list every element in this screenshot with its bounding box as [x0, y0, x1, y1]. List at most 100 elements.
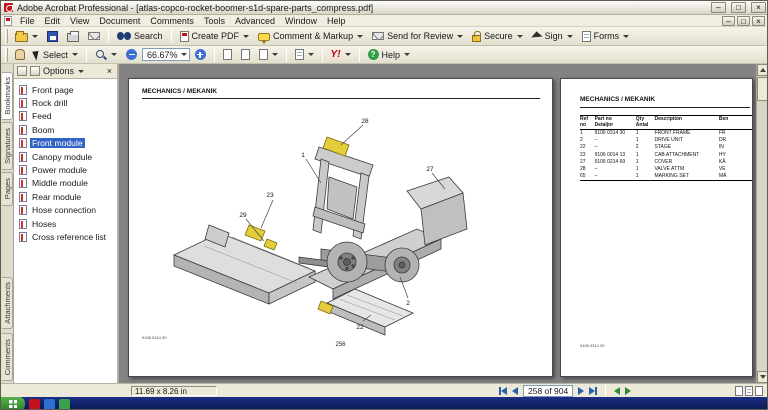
facing-layout-button[interactable]: [755, 386, 763, 396]
actual-size-button[interactable]: [219, 47, 236, 63]
start-button[interactable]: [1, 397, 25, 410]
tab-pages[interactable]: Pages: [2, 172, 13, 206]
doc-minimize-button[interactable]: –: [722, 16, 735, 26]
doc-restore-button[interactable]: □: [737, 16, 750, 26]
bookmark-item[interactable]: Middle module: [14, 177, 117, 190]
secure-button[interactable]: Secure: [468, 28, 527, 44]
print-button[interactable]: [63, 28, 83, 44]
open-button[interactable]: [11, 28, 42, 44]
bookmark-item-selected[interactable]: Front module: [14, 137, 117, 150]
forms-button[interactable]: Forms: [578, 28, 634, 44]
close-button[interactable]: ×: [751, 2, 766, 13]
dropdown-arrow-icon: [517, 35, 523, 38]
bookmark-icon: [19, 98, 27, 108]
rotate-view-button[interactable]: [291, 47, 318, 63]
new-bookmark-icon[interactable]: [17, 66, 27, 76]
bookmark-icon: [19, 111, 27, 121]
panel-close-button[interactable]: ×: [105, 67, 114, 76]
minimize-button[interactable]: –: [711, 2, 726, 13]
bookmark-icon: [19, 178, 27, 188]
search-label: Search: [134, 31, 163, 41]
expand-bookmarks-icon[interactable]: [30, 66, 40, 76]
continuous-layout-button[interactable]: [745, 386, 753, 396]
menu-tools[interactable]: Tools: [199, 15, 230, 27]
quicklaunch-messenger-icon[interactable]: [59, 399, 70, 410]
callout-22: 22: [356, 324, 364, 331]
toolbar-separator: [171, 29, 172, 43]
toolbar-separator: [108, 29, 109, 43]
help-button[interactable]: ?Help: [364, 47, 415, 63]
document-pane[interactable]: MECHANICS / MEKANIK: [119, 64, 768, 383]
maximize-button[interactable]: □: [731, 2, 746, 13]
tab-bookmarks[interactable]: Bookmarks: [2, 72, 13, 120]
toolbar-separator: [214, 48, 215, 62]
fit-width-button[interactable]: [255, 47, 282, 63]
create-pdf-button[interactable]: Create PDF: [176, 28, 254, 44]
scroll-up-button[interactable]: [757, 64, 768, 76]
bookmark-item[interactable]: Power module: [14, 163, 117, 176]
menu-document[interactable]: Document: [94, 15, 145, 27]
zoom-level-combo[interactable]: 66.67%: [142, 48, 190, 61]
zoom-level-value: 66.67%: [147, 50, 178, 60]
bookmark-item[interactable]: Feed: [14, 110, 117, 123]
doc-close-button[interactable]: ×: [752, 16, 765, 26]
tab-attachments[interactable]: Attachments: [2, 277, 13, 329]
save-button[interactable]: [43, 28, 62, 44]
windows-flag-icon: [9, 400, 17, 408]
menu-view[interactable]: View: [65, 15, 94, 27]
bookmark-item[interactable]: Hose connection: [14, 204, 117, 217]
bookmark-item[interactable]: Canopy module: [14, 150, 117, 163]
quicklaunch-acrobat-icon[interactable]: [29, 399, 40, 410]
bookmark-item[interactable]: Rock drill: [14, 96, 117, 109]
zoom-in-button[interactable]: [191, 47, 210, 63]
bookmark-item[interactable]: Rear module: [14, 190, 117, 203]
previous-page-button[interactable]: [512, 387, 518, 395]
pdf-page-right: MECHANICS / MEKANIK Refno Part noDetaljn…: [560, 78, 753, 377]
next-page-button[interactable]: [578, 387, 584, 395]
page-indicator[interactable]: 258 of 904: [523, 385, 573, 397]
menu-help[interactable]: Help: [322, 15, 351, 27]
bookmark-item[interactable]: Cross reference list: [14, 230, 117, 243]
sign-label: Sign: [545, 31, 563, 41]
status-bar: 11.69 x 8.26 in 258 of 904: [1, 383, 768, 397]
menu-file[interactable]: File: [15, 15, 40, 27]
select-label: Select: [43, 50, 68, 60]
parts-table: Refno Part noDetaljnr QtyAntal Descripti…: [580, 115, 752, 181]
send-for-review-button[interactable]: Send for Review: [368, 28, 467, 44]
sign-button[interactable]: Sign: [528, 28, 577, 44]
fit-page-button[interactable]: [237, 47, 254, 63]
comment-markup-button[interactable]: Comment & Markup: [254, 28, 367, 44]
menu-window[interactable]: Window: [280, 15, 322, 27]
bookmark-item[interactable]: Boom: [14, 123, 117, 136]
yahoo-toolbar-button[interactable]: Y!: [327, 47, 355, 63]
toolbar-grip[interactable]: [5, 29, 8, 43]
menu-advanced[interactable]: Advanced: [230, 15, 280, 27]
search-button[interactable]: Search: [113, 28, 167, 44]
tab-signatures[interactable]: Signatures: [2, 122, 13, 170]
quicklaunch-browser-icon[interactable]: [44, 399, 55, 410]
header-rule: [142, 98, 540, 99]
scrollbar-thumb[interactable]: [757, 77, 768, 101]
next-view-button[interactable]: [625, 387, 631, 395]
vertical-scrollbar[interactable]: [756, 64, 768, 383]
forms-label: Forms: [594, 31, 620, 41]
zoom-out-button[interactable]: [122, 47, 141, 63]
options-menu-button[interactable]: Options: [43, 66, 74, 76]
hand-tool-button[interactable]: [11, 47, 29, 63]
tab-comments[interactable]: Comments: [2, 333, 13, 381]
menu-comments[interactable]: Comments: [145, 15, 199, 27]
bookmark-item[interactable]: Front page: [14, 83, 117, 96]
previous-view-button[interactable]: [614, 387, 620, 395]
menu-edit[interactable]: Edit: [40, 15, 66, 27]
select-tool-button[interactable]: Select: [30, 47, 82, 63]
email-button[interactable]: [84, 28, 104, 44]
bookmark-icon: [19, 165, 27, 175]
first-page-button[interactable]: [499, 387, 507, 395]
toolbar-grip[interactable]: [5, 48, 8, 62]
last-page-button[interactable]: [589, 387, 597, 395]
bookmark-item[interactable]: Hoses: [14, 217, 117, 230]
single-page-layout-button[interactable]: [735, 386, 743, 396]
scroll-down-button[interactable]: [757, 371, 768, 383]
forms-icon: [582, 31, 591, 42]
zoom-tool-button[interactable]: [91, 47, 121, 63]
